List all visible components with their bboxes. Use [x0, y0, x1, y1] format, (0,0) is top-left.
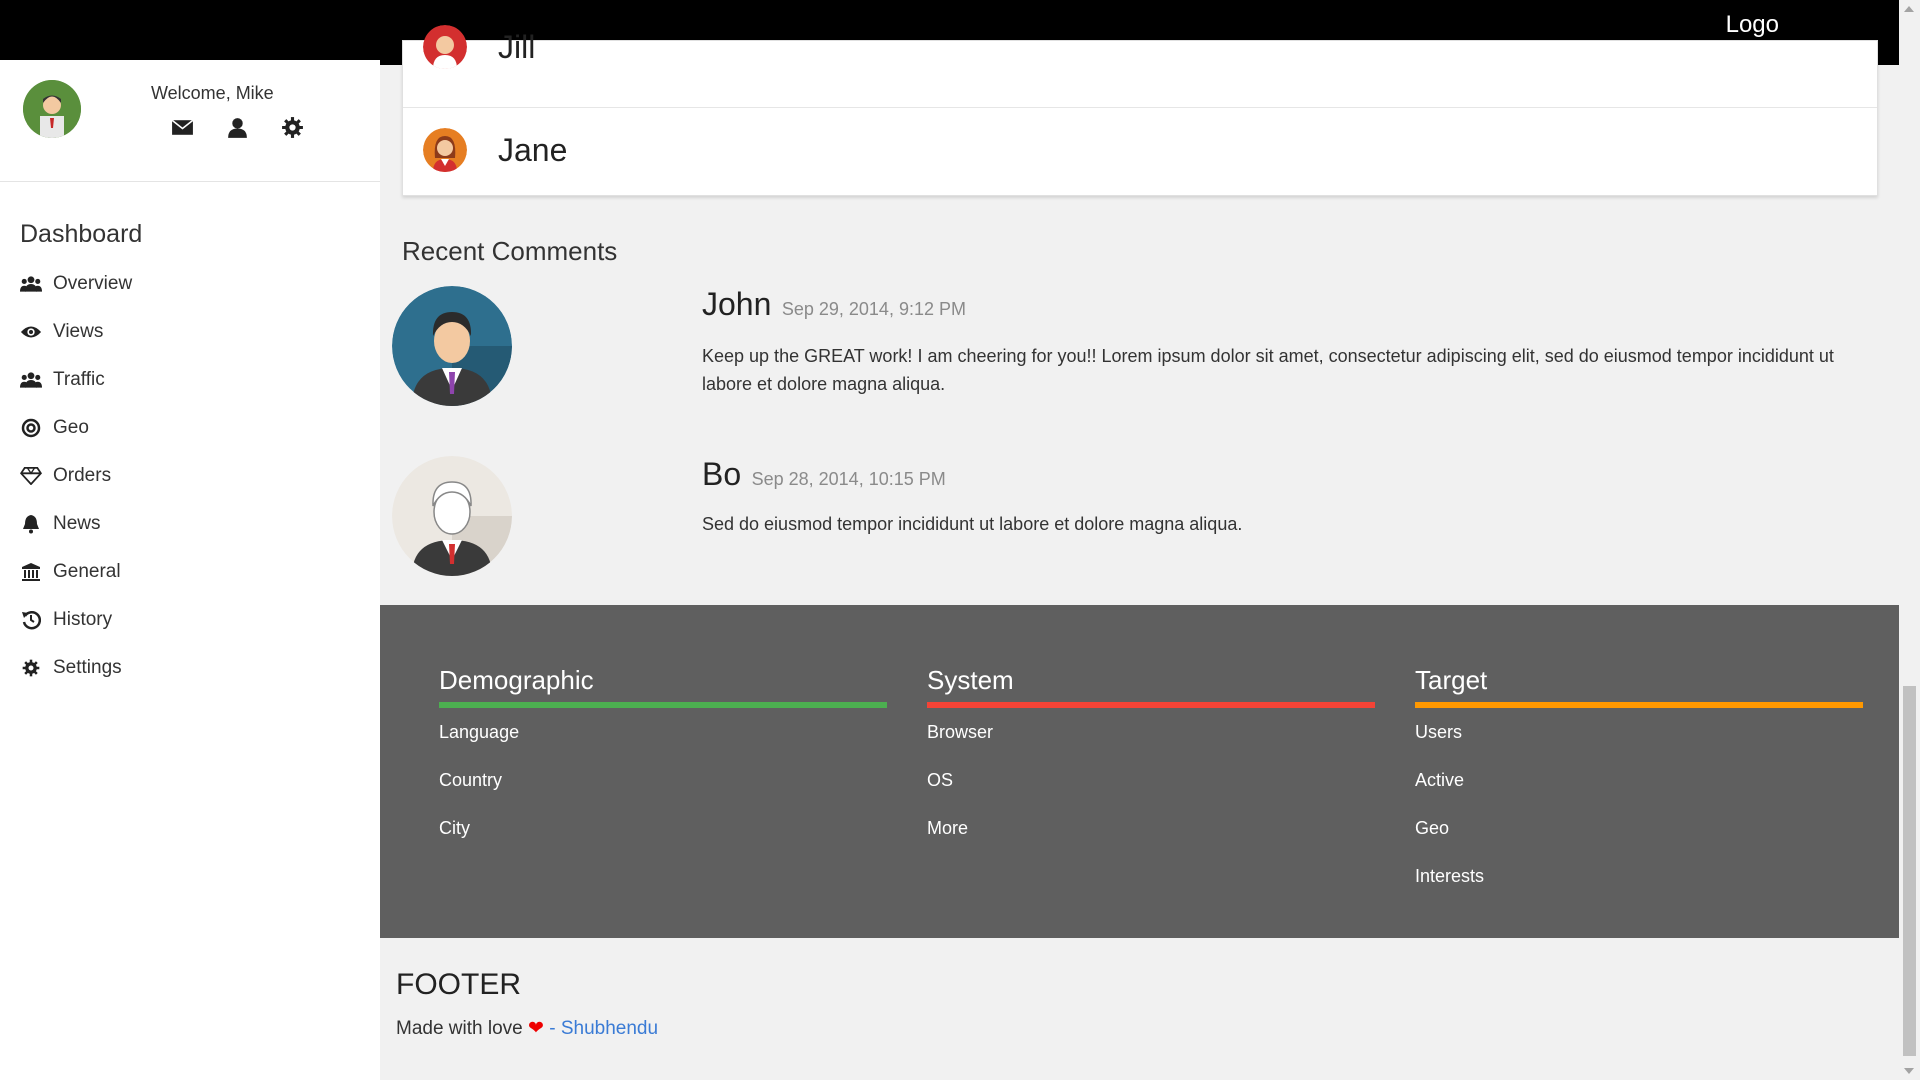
comment-text: Keep up the GREAT work! I am cheering fo… — [702, 346, 1834, 394]
sidebar-item-overview[interactable]: Overview — [20, 260, 360, 308]
links-column-system: System Browser OS More — [927, 665, 1375, 864]
sidebar-item-news[interactable]: News — [20, 500, 360, 548]
sidebar-item-label: News — [53, 513, 101, 534]
main-content: Jill Jane Recent Comments John Sep 29, 2… — [380, 0, 1899, 1080]
column-accent-bar — [1415, 702, 1863, 708]
comment-author: Bo — [702, 456, 742, 492]
profile-panel: Welcome, Mike — [0, 60, 380, 182]
comment-author: John — [702, 286, 772, 322]
history-icon — [20, 609, 42, 631]
bank-icon — [20, 561, 42, 583]
bell-icon — [20, 513, 42, 535]
links-panel: Demographic Language Country City System… — [380, 605, 1899, 938]
users-icon — [20, 369, 42, 391]
welcome-text: Welcome, Mike — [151, 83, 274, 103]
gear-icon[interactable] — [280, 115, 305, 140]
recent-comments-title: Recent Comments — [402, 236, 618, 266]
footer-credit: Made with love ❤ - Shubhendu — [396, 1017, 658, 1040]
target-icon — [20, 417, 42, 439]
sidebar-item-orders[interactable]: Orders — [20, 452, 360, 500]
link-item[interactable]: More — [927, 816, 1375, 864]
comment-date: Sep 28, 2014, 10:15 PM — [751, 469, 946, 489]
diamond-icon — [20, 465, 42, 487]
sidebar: Welcome, Mike Dashboard Overview Views T… — [0, 60, 380, 1080]
sidebar-item-label: Overview — [53, 273, 133, 294]
eye-icon — [20, 321, 42, 343]
comment-avatar — [392, 286, 512, 406]
footer-separator: - — [543, 1018, 561, 1039]
sidebar-item-label: Orders — [53, 465, 112, 486]
sidebar-item-settings[interactable]: Settings — [20, 644, 360, 692]
link-item[interactable]: Browser — [927, 720, 1375, 768]
link-item[interactable]: OS — [927, 768, 1375, 816]
list-item[interactable]: Jill — [403, 5, 1877, 91]
profile-actions — [170, 115, 305, 140]
sidebar-item-geo[interactable]: Geo — [20, 404, 360, 452]
person-name: Jill — [498, 29, 536, 65]
sidebar-item-label: Geo — [53, 417, 89, 438]
scrollbar[interactable] — [1899, 0, 1920, 1080]
sidebar-item-label: History — [53, 609, 113, 630]
comment-header: John Sep 29, 2014, 9:12 PM — [702, 286, 966, 323]
sidebar-item-label: Traffic — [53, 369, 105, 390]
link-item[interactable]: Language — [439, 720, 887, 768]
sidebar-item-traffic[interactable]: Traffic — [20, 356, 360, 404]
sidebar-item-label: Settings — [53, 657, 122, 678]
comment-date: Sep 29, 2014, 9:12 PM — [781, 299, 966, 319]
sidebar-item-views[interactable]: Views — [20, 308, 360, 356]
person-avatar — [423, 25, 467, 69]
envelope-icon[interactable] — [170, 115, 195, 140]
footer-title: FOOTER — [396, 968, 521, 1001]
column-accent-bar — [927, 702, 1375, 708]
gear-icon — [20, 657, 42, 679]
link-item[interactable]: Active — [1415, 768, 1863, 816]
comment-header: Bo Sep 28, 2014, 10:15 PM — [702, 456, 946, 493]
user-avatar[interactable] — [23, 80, 81, 138]
heart-icon: ❤ — [528, 1018, 544, 1039]
column-accent-bar — [439, 702, 887, 708]
comment-avatar — [392, 456, 512, 576]
links-column-demographic: Demographic Language Country City — [439, 665, 887, 864]
person-name: Jane — [498, 132, 568, 168]
link-item[interactable]: Interests — [1415, 864, 1863, 912]
footer-text: Made with love — [396, 1018, 523, 1039]
list-item[interactable]: Jane — [403, 107, 1877, 194]
comment-text: Sed do eiusmod tempor incididunt ut labo… — [702, 514, 1243, 534]
column-title: System — [927, 665, 1014, 695]
users-icon — [20, 273, 42, 295]
dashboard-title: Dashboard — [20, 220, 143, 248]
sidebar-nav: Overview Views Traffic Geo Orders News G… — [20, 260, 360, 692]
scroll-up-arrow-icon[interactable] — [1904, 6, 1914, 12]
scrollbar-thumb[interactable] — [1903, 686, 1916, 1056]
sidebar-item-label: Views — [53, 321, 104, 342]
person-avatar — [423, 128, 467, 172]
user-icon[interactable] — [225, 115, 250, 140]
sidebar-item-general[interactable]: General — [20, 548, 360, 596]
scroll-down-arrow-icon[interactable] — [1904, 1068, 1914, 1074]
sidebar-item-label: General — [53, 561, 121, 582]
link-item[interactable]: Users — [1415, 720, 1863, 768]
link-item[interactable]: City — [439, 816, 887, 864]
sidebar-item-history[interactable]: History — [20, 596, 360, 644]
link-item[interactable]: Geo — [1415, 816, 1863, 864]
people-list: Jill Jane — [402, 25, 1878, 196]
links-column-target: Target Users Active Geo Interests — [1415, 665, 1863, 912]
link-item[interactable]: Country — [439, 768, 887, 816]
column-title: Demographic — [439, 665, 594, 695]
column-title: Target — [1415, 665, 1488, 695]
author-link[interactable]: Shubhendu — [561, 1018, 658, 1039]
